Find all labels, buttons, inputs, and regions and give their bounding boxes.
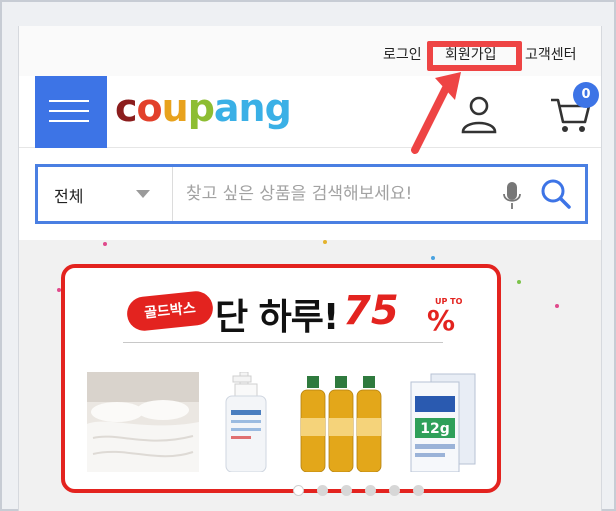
confetti-decoration: [555, 304, 559, 308]
discount-number: 75: [343, 288, 399, 334]
menu-button[interactable]: [35, 76, 107, 148]
carousel-dot[interactable]: [365, 485, 376, 496]
cart-count-badge: 0: [573, 82, 599, 108]
menu-line-icon: [49, 110, 89, 112]
illiyoon-lotion-image[interactable]: [223, 372, 269, 472]
microphone-icon[interactable]: [502, 181, 522, 211]
confetti-decoration: [103, 242, 107, 246]
banner-headline: 단 하루!: [215, 297, 339, 338]
user-icon[interactable]: [459, 94, 499, 134]
banner-divider: [123, 342, 443, 343]
chevron-down-icon: [136, 190, 150, 198]
search-bar: 전체: [35, 164, 588, 224]
pointer-arrow-icon: [411, 72, 461, 154]
category-label: 전체: [54, 187, 84, 206]
carousel-dot[interactable]: [341, 485, 352, 496]
mobile-page: 로그인 회원가입 고객센터 coupang 0 전체 찾고 싶은 상품을 검색해…: [18, 26, 602, 511]
goldbox-banner[interactable]: 골드박스 단 하루! 75 UP TO % 12g: [61, 264, 501, 496]
top-utility-bar: 로그인 회원가입 고객센터: [19, 26, 601, 76]
search-input[interactable]: [186, 177, 486, 211]
bedding-product-image[interactable]: [87, 372, 199, 472]
percent-sign: %: [427, 304, 456, 337]
logo-letter: u: [161, 86, 189, 130]
confetti-decoration: [517, 280, 521, 284]
header: coupang 0: [19, 76, 601, 148]
menu-line-icon: [49, 120, 89, 122]
tea-bottles-image[interactable]: [295, 372, 387, 472]
screenshot-frame: 로그인 회원가입 고객센터 coupang 0 전체 찾고 싶은 상품을 검색해…: [0, 0, 616, 511]
logo-letter: p: [187, 86, 215, 130]
goldbox-badge: 골드박스: [125, 289, 215, 333]
confetti-decoration: [431, 256, 435, 260]
coupang-logo[interactable]: coupang: [115, 86, 292, 130]
logo-letter: o: [136, 86, 163, 130]
search-icon[interactable]: [540, 178, 572, 210]
category-select[interactable]: 전체: [38, 167, 173, 221]
login-link[interactable]: 로그인: [383, 44, 422, 64]
main-content: 골드박스 단 하루! 75 UP TO % 12g: [19, 240, 601, 511]
svg-text:12g: 12g: [420, 421, 450, 437]
confetti-decoration: [323, 240, 327, 244]
logo-letter: ang: [213, 86, 292, 130]
carousel-dots: [293, 485, 433, 497]
carousel-dot[interactable]: [413, 485, 424, 496]
customer-center-link[interactable]: 고객센터: [525, 44, 577, 64]
logo-letter: c: [115, 86, 138, 130]
carousel-dot[interactable]: [389, 485, 400, 496]
menu-line-icon: [49, 100, 89, 102]
carousel-dot[interactable]: [317, 485, 328, 496]
carousel-dot-active[interactable]: [293, 485, 304, 496]
protein-milk-image[interactable]: 12g: [407, 372, 479, 472]
highlight-box: [427, 41, 522, 71]
